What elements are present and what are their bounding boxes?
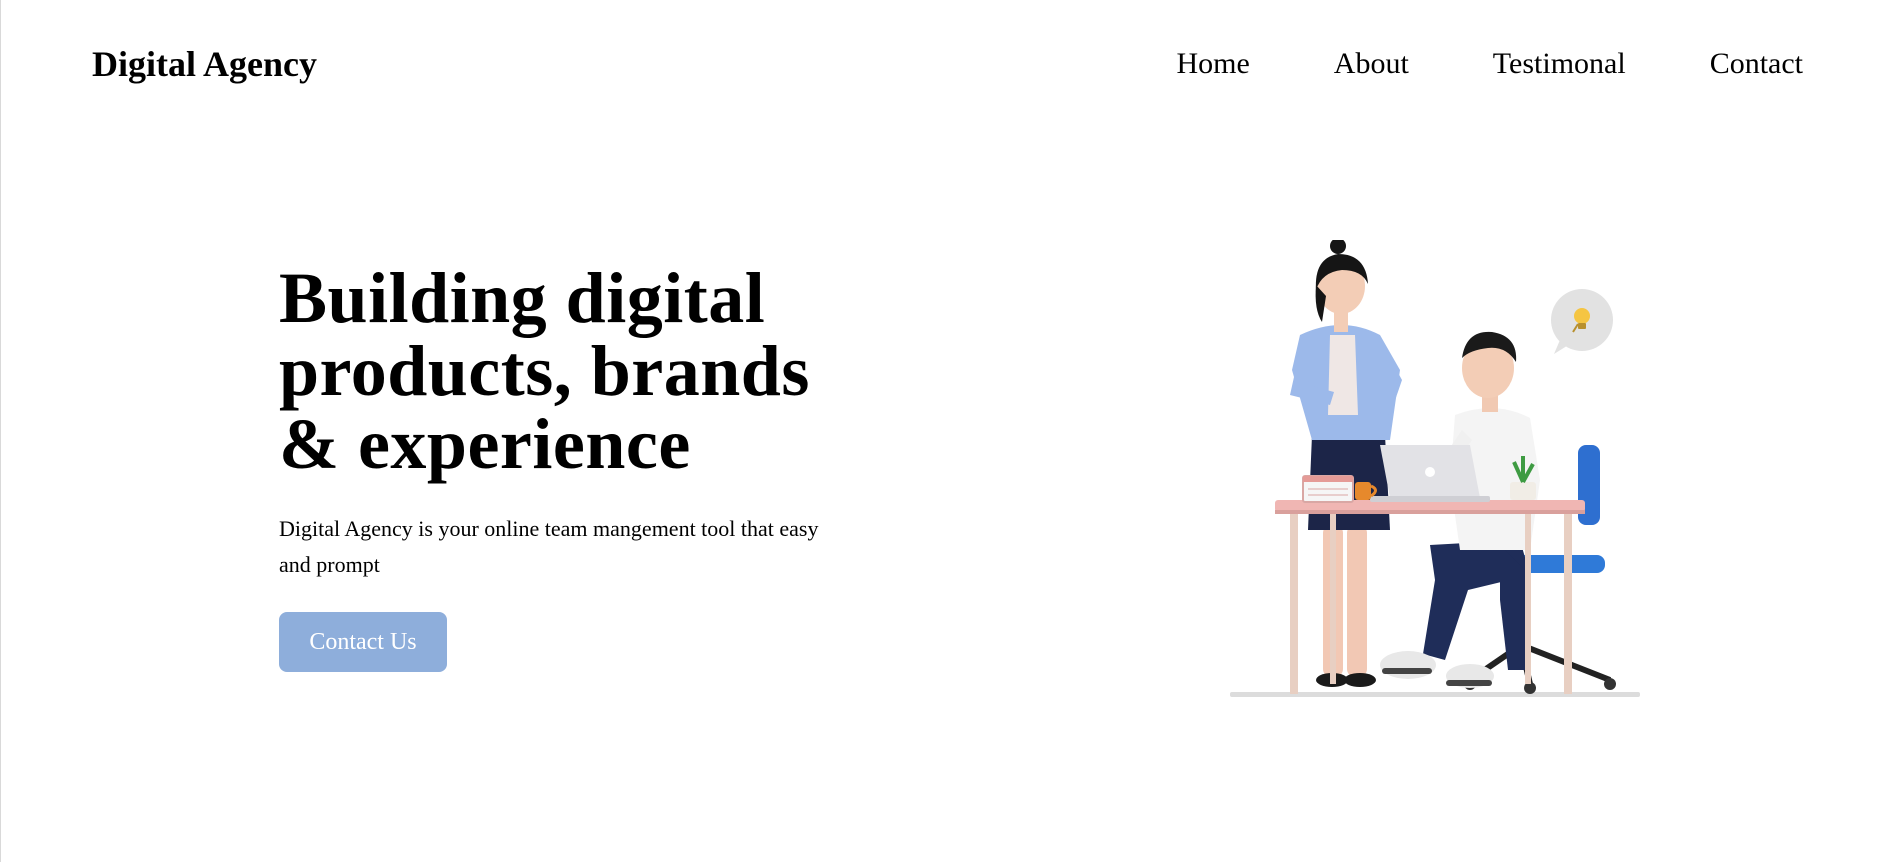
nav-link-home[interactable]: Home bbox=[1176, 44, 1249, 84]
main-nav: Home About Testimonal Contact bbox=[1176, 44, 1803, 84]
hero-title-line: Building digital bbox=[279, 258, 766, 338]
hero-title-line: products, brands bbox=[279, 331, 810, 411]
office-team-illustration bbox=[1230, 238, 1640, 700]
site-header: Digital Agency Home About Testimonal Con… bbox=[0, 0, 1891, 130]
nav-link-about[interactable]: About bbox=[1334, 44, 1409, 84]
hero-section: Building digital products, brands & expe… bbox=[279, 262, 879, 672]
site-logo[interactable]: Digital Agency bbox=[92, 42, 317, 86]
contact-us-button[interactable]: Contact Us bbox=[279, 612, 447, 672]
calendar-icon bbox=[1302, 475, 1354, 503]
nav-link-testimonial[interactable]: Testimonal bbox=[1493, 44, 1626, 84]
hero-title: Building digital products, brands & expe… bbox=[279, 262, 879, 481]
idea-bubble-icon bbox=[1551, 289, 1613, 354]
nav-link-contact[interactable]: Contact bbox=[1710, 44, 1803, 84]
hero-description: Digital Agency is your online team mange… bbox=[279, 516, 819, 577]
hero-title-line: & experience bbox=[279, 404, 691, 484]
